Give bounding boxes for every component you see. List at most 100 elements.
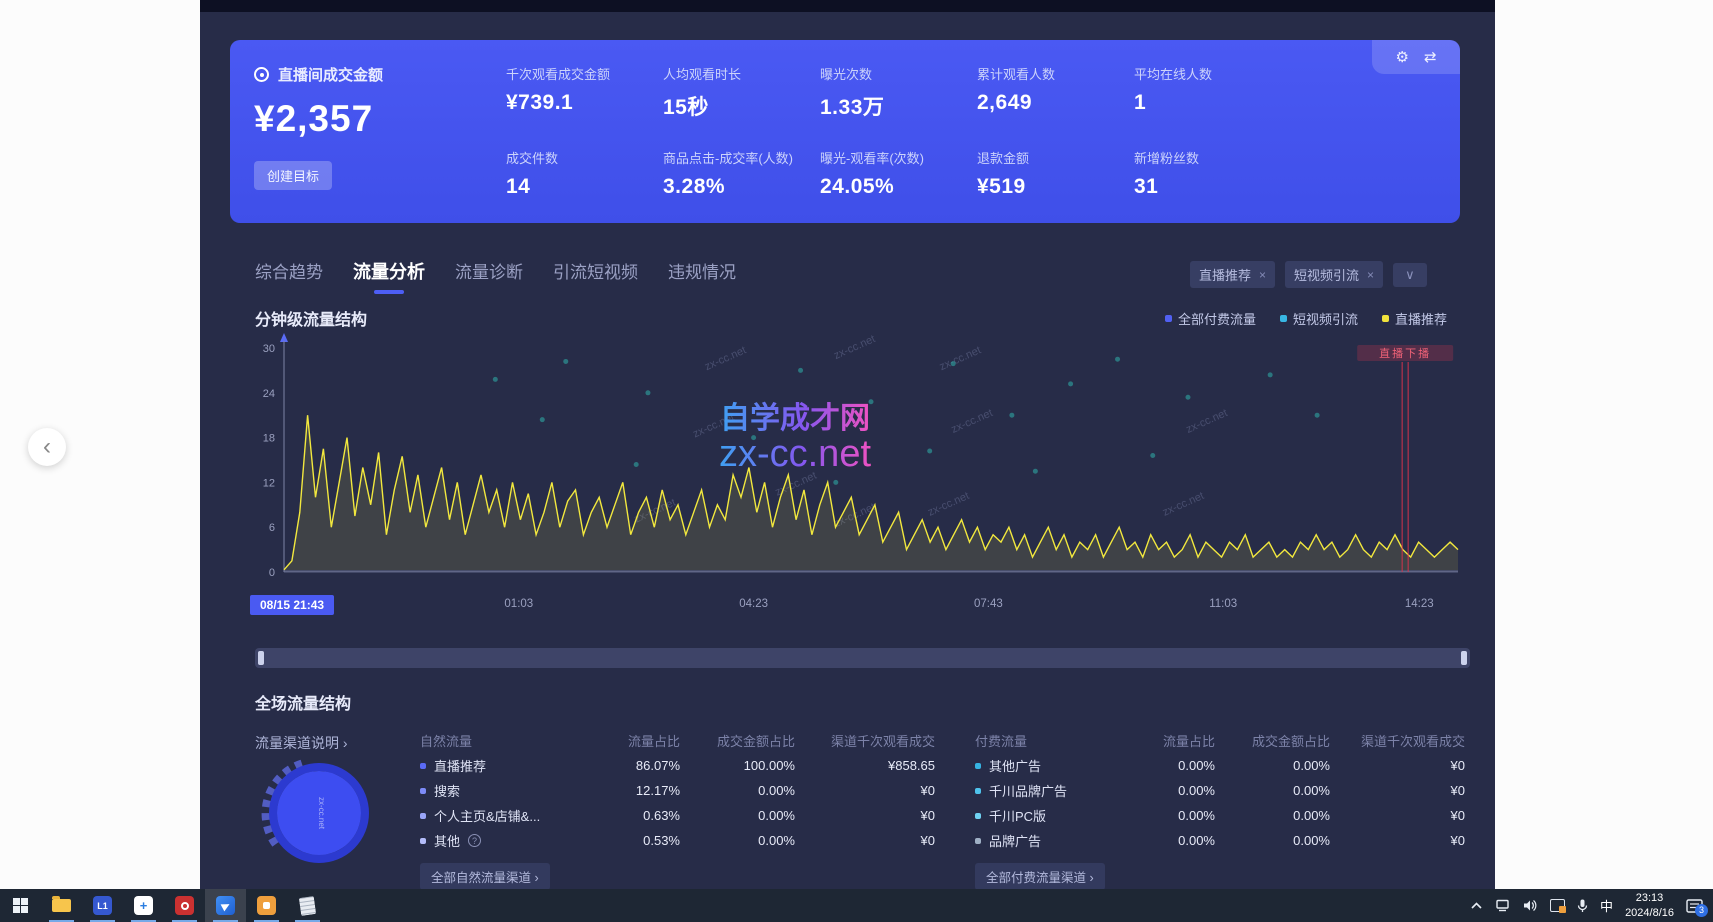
table-row: 品牌广告 0.00% 0.00% ¥0 — [975, 828, 1467, 853]
kpi-cell: 新增粉丝数31 — [1134, 148, 1314, 199]
table-header-row: 自然流量 流量占比 成交金额占比 渠道千次观看成交 — [420, 728, 940, 753]
tab-overall-trend[interactable]: 综合趋势 — [255, 258, 323, 292]
start-button[interactable] — [0, 889, 41, 922]
all-natural-channels-link[interactable]: 全部自然流量渠道 › — [420, 863, 550, 889]
cursor-app-icon — [216, 896, 235, 915]
kpi-cell: 累计观看人数2,649 — [977, 64, 1134, 121]
analytics-window: ⚙ ⇄ 直播间成交金额 ¥2,357 创建目标 千次观看成交金额¥739.1 人… — [200, 0, 1495, 889]
traffic-section-title: 全场流量结构 — [255, 690, 351, 714]
tab-traffic-diagnosis[interactable]: 流量诊断 — [455, 258, 523, 292]
taskbar-notepad[interactable] — [287, 889, 328, 922]
taskbar-app-plus[interactable]: + — [123, 889, 164, 922]
filter-chips: 直播推荐 × 短视频引流 × ∨ — [1190, 261, 1427, 288]
x-axis-label: 08/15 21:43 — [250, 595, 334, 615]
close-icon[interactable]: × — [1367, 268, 1374, 282]
system-tray: 中 23:13 2024/8/16 3 — [1470, 891, 1713, 920]
svg-text:zx-cc.net: zx-cc.net — [926, 490, 971, 519]
tray-chevron-up-icon[interactable] — [1470, 901, 1483, 910]
legend-item-liverec[interactable]: 直播推荐 — [1382, 309, 1447, 328]
taskbar-live-companion-active[interactable] — [205, 889, 246, 922]
minute-section-title: 分钟级流量结构 — [255, 306, 367, 330]
taskbar-clock[interactable]: 23:13 2024/8/16 — [1625, 891, 1674, 920]
legend-dot — [1280, 315, 1287, 322]
tab-violations[interactable]: 违规情况 — [668, 258, 736, 292]
kpi-label: 退款金额 — [977, 148, 1134, 167]
x-axis-label: 07:43 — [974, 598, 1003, 610]
windows-logo-icon — [13, 898, 28, 913]
kpi-label: 累计观看人数 — [977, 64, 1134, 83]
taskbar-browser[interactable] — [164, 889, 205, 922]
kpi-cell: 商品点击-成交率(人数)3.28% — [663, 148, 820, 199]
table-row: 千川品牌广告 0.00% 0.00% ¥0 — [975, 778, 1467, 803]
kpi-value: 14 — [506, 175, 663, 199]
svg-text:直播下播: 直播下播 — [1379, 346, 1431, 360]
minute-flow-chart[interactable]: 3024181260zx-cc.netzx-cc.netzx-cc.netzx-… — [250, 332, 1470, 590]
filter-chip-short-video[interactable]: 短视频引流 × — [1285, 261, 1383, 288]
app-icon-orange — [257, 896, 276, 915]
kpi-cell: 平均在线人数1 — [1134, 64, 1314, 121]
tab-traffic-analysis[interactable]: 流量分析 — [353, 258, 425, 293]
ime-indicator[interactable]: 中 — [1600, 896, 1613, 915]
taskbar-app-l1[interactable]: L1 — [82, 889, 123, 922]
network-icon[interactable] — [1495, 899, 1511, 912]
app-icon: + — [134, 896, 153, 915]
back-arrow-button[interactable]: ‹ — [28, 428, 66, 466]
channel-dot — [420, 763, 426, 769]
channel-explain-link[interactable]: 流量渠道说明 › — [255, 733, 348, 753]
app-icon: L1 — [93, 896, 112, 915]
kpi-value: 24.05% — [820, 175, 977, 199]
chart-legend: 全部付费流量 短视频引流 直播推荐 — [1165, 309, 1447, 328]
traffic-donut-chart: zx-cc.net — [258, 752, 380, 874]
filter-dropdown[interactable]: ∨ — [1393, 263, 1427, 287]
legend-item-paid[interactable]: 全部付费流量 — [1165, 309, 1256, 328]
app-badge-icon — [1550, 899, 1565, 912]
swap-icon[interactable]: ⇄ — [1424, 48, 1437, 66]
svg-text:zx-cc.net: zx-cc.net — [1184, 407, 1229, 436]
filter-chip-live-recommend[interactable]: 直播推荐 × — [1190, 261, 1275, 288]
notification-center-icon[interactable]: 3 — [1686, 899, 1703, 913]
svg-text:zx-cc.net: zx-cc.net — [703, 344, 748, 373]
kpi-label: 新增粉丝数 — [1134, 148, 1314, 167]
kpi-cell: 退款金额¥519 — [977, 148, 1134, 199]
close-icon[interactable]: × — [1259, 268, 1266, 282]
x-axis-label: 14:23 — [1405, 598, 1434, 610]
natural-traffic-table: 自然流量 流量占比 成交金额占比 渠道千次观看成交 直播推荐 86.07% 10… — [420, 728, 940, 889]
volume-icon[interactable] — [1523, 899, 1538, 912]
kpi-label: 曝光次数 — [820, 64, 977, 83]
all-paid-channels-link[interactable]: 全部付费流量渠道 › — [975, 863, 1105, 889]
svg-text:zx-cc.net: zx-cc.net — [832, 333, 877, 362]
svg-text:zx-cc.net: zx-cc.net — [938, 344, 983, 373]
chevron-left-icon: ‹ — [43, 435, 51, 459]
clock-date: 2024/8/16 — [1625, 906, 1674, 920]
table-row: 个人主页&店铺&... 0.63% 0.00% ¥0 — [420, 803, 940, 828]
gear-icon[interactable]: ⚙ — [1395, 48, 1408, 66]
banner-corner-tools: ⚙ ⇄ — [1372, 40, 1460, 74]
create-goal-button[interactable]: 创建目标 — [254, 161, 332, 190]
slider-handle-left[interactable] — [258, 651, 264, 665]
windows-taskbar: L1 + 中 23:13 2024/8/16 3 — [0, 889, 1713, 922]
tab-short-video[interactable]: 引流短视频 — [553, 258, 638, 292]
legend-item-shortvideo[interactable]: 短视频引流 — [1280, 309, 1358, 328]
info-icon[interactable]: ? — [468, 834, 481, 847]
svg-text:24: 24 — [263, 388, 275, 400]
x-axis-label: 04:23 — [739, 598, 768, 610]
table-row: 直播推荐 86.07% 100.00% ¥858.65 — [420, 753, 940, 778]
kpi-value: 3.28% — [663, 175, 820, 199]
taskbar-app-orange[interactable] — [246, 889, 287, 922]
kpi-label: 千次观看成交金额 — [506, 64, 663, 83]
channel-dot — [420, 788, 426, 794]
microphone-icon[interactable] — [1577, 899, 1588, 913]
tray-app-icon[interactable] — [1550, 899, 1565, 912]
kpi-value: 15秒 — [663, 91, 820, 121]
slider-handle-right[interactable] — [1461, 651, 1467, 665]
svg-text:自学成才网: 自学成才网 — [720, 401, 870, 435]
table-row: 千川PC版 0.00% 0.00% ¥0 — [975, 803, 1467, 828]
chart-datazoom-slider[interactable] — [255, 648, 1470, 668]
kpi-value: 1 — [1134, 91, 1314, 115]
channel-dot — [975, 763, 981, 769]
kpi-cell: 曝光次数1.33万 — [820, 64, 977, 121]
taskbar-file-explorer[interactable] — [41, 889, 82, 922]
legend-dot — [1165, 315, 1172, 322]
primary-metric-label: 直播间成交金额 — [278, 64, 383, 85]
svg-text:zx-cc.net: zx-cc.net — [950, 407, 995, 436]
